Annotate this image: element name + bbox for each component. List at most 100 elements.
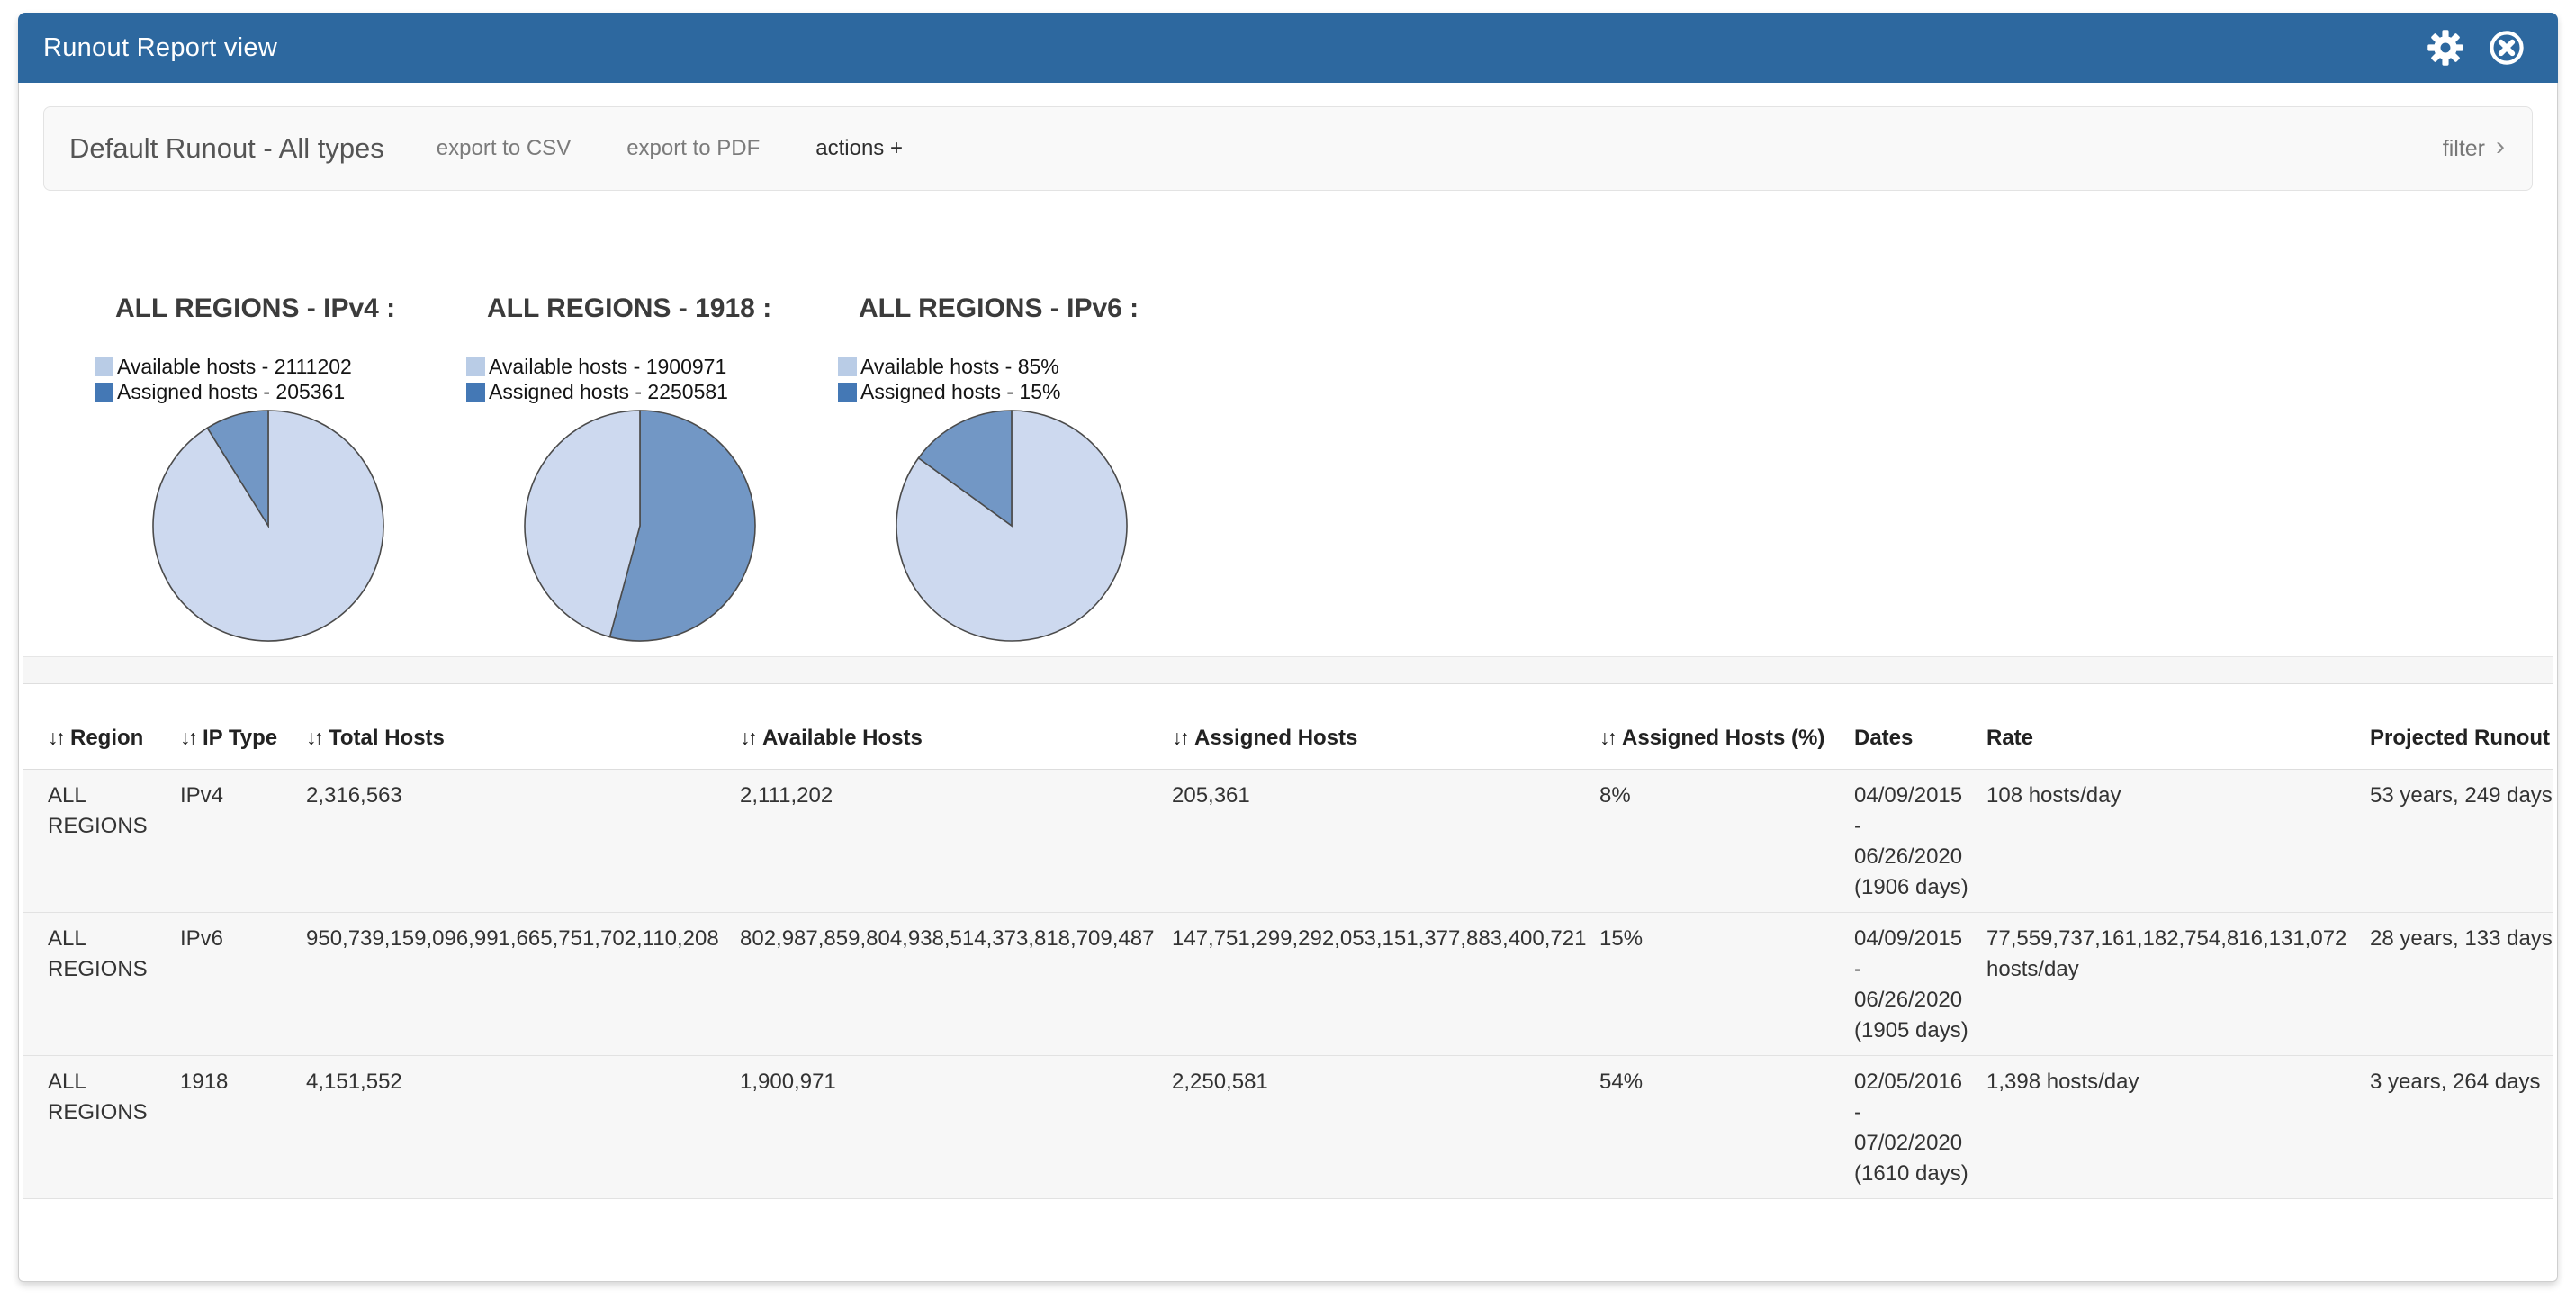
table-row: ALL REGIONSIPv6950,739,159,096,991,665,7… (23, 913, 2553, 1056)
runout-report-dialog: Runout Report view (18, 13, 2558, 1282)
filter-label: filter (2443, 136, 2485, 162)
legend-label: Available hosts - 85% (860, 355, 1059, 379)
legend-swatch (95, 383, 113, 402)
legend-swatch (838, 383, 857, 402)
cell-projected-runout: 3 years, 264 days (2345, 1056, 2553, 1199)
report-title: Default Runout - All types (69, 132, 384, 165)
legend-label: Assigned hosts - 2250581 (489, 380, 728, 404)
legend-item: Assigned hosts - 2250581 (466, 379, 838, 404)
cell-ip-type: 1918 (155, 1056, 281, 1199)
legend-label: Assigned hosts - 205361 (117, 380, 345, 404)
cell-rate: 108 hosts/day (1961, 770, 2345, 913)
table-row: ALL REGIONSIPv42,316,5632,111,202205,361… (23, 770, 2553, 913)
cell-available-hosts: 2,111,202 (715, 770, 1147, 913)
cell-rate: 1,398 hosts/day (1961, 1056, 2345, 1199)
sort-icon: ↓↑ (1599, 726, 1615, 749)
column-header: Rate (1961, 684, 2345, 770)
chart-title: ALL REGIONS - IPv6 : (859, 293, 1210, 324)
chart-legend: Available hosts - 85%Assigned hosts - 15… (838, 354, 1210, 404)
pie-chart (894, 408, 1130, 644)
cell-region: ALL REGIONS (23, 913, 155, 1056)
column-header[interactable]: ↓↑ Region (23, 684, 155, 770)
column-header: Projected Runout (2345, 684, 2553, 770)
chart-title: ALL REGIONS - IPv4 : (115, 293, 466, 324)
toolbar: Default Runout - All types export to CSV… (43, 106, 2533, 191)
export-pdf-button[interactable]: export to PDF (626, 136, 760, 161)
cell-ip-type: IPv6 (155, 913, 281, 1056)
cell-total-hosts: 2,316,563 (281, 770, 715, 913)
column-header[interactable]: ↓↑ Assigned Hosts (%) (1574, 684, 1829, 770)
legend-item: Available hosts - 85% (838, 354, 1210, 379)
close-circle-icon[interactable] (2488, 29, 2526, 67)
legend-swatch (466, 383, 485, 402)
dialog-header: Runout Report view (18, 13, 2558, 83)
column-label: Available Hosts (762, 726, 923, 750)
pie-chart-block: ALL REGIONS - 1918 : Available hosts - 19… (466, 293, 838, 644)
cell-ip-type: IPv4 (155, 770, 281, 913)
column-header[interactable]: ↓↑ IP Type (155, 684, 281, 770)
legend-item: Available hosts - 2111202 (95, 354, 466, 379)
cell-available-hosts: 1,900,971 (715, 1056, 1147, 1199)
cell-assigned-hosts: 147,751,299,292,053,151,377,883,400,721 (1147, 913, 1574, 1056)
sort-icon: ↓↑ (1172, 726, 1187, 749)
table-row: ALL REGIONS19184,151,5521,900,9712,250,5… (23, 1056, 2553, 1199)
cell-projected-runout: 53 years, 249 days (2345, 770, 2553, 913)
cell-dates: 04/09/2015-06/26/2020(1906 days) (1829, 770, 1961, 913)
pie-chart (150, 408, 386, 644)
dialog-body: Default Runout - All types export to CSV… (18, 83, 2558, 1282)
filter-button[interactable]: filter › (2443, 135, 2505, 162)
gear-icon[interactable] (2427, 29, 2464, 67)
cell-rate: 77,559,737,161,182,754,816,131,072 hosts… (1961, 913, 2345, 1056)
legend-item: Assigned hosts - 205361 (95, 379, 466, 404)
column-label: Rate (1986, 726, 2033, 750)
pie-chart (522, 408, 758, 644)
chart-legend: Available hosts - 2111202Assigned hosts … (95, 354, 466, 404)
legend-swatch (466, 357, 485, 376)
column-label: Projected Runout (2370, 726, 2550, 750)
sort-icon: ↓↑ (48, 726, 63, 749)
cell-dates: 04/09/2015-06/26/2020(1905 days) (1829, 913, 1961, 1056)
sort-icon: ↓↑ (180, 726, 195, 749)
pie-chart-block: ALL REGIONS - IPv4 : Available hosts - 21… (95, 293, 466, 644)
column-label: Total Hosts (329, 726, 445, 750)
column-label: Region (70, 726, 143, 750)
cell-dates: 02/05/2016-07/02/2020(1610 days) (1829, 1056, 1961, 1199)
legend-item: Available hosts - 1900971 (466, 354, 838, 379)
legend-swatch (838, 357, 857, 376)
chart-title: ALL REGIONS - 1918 : (487, 293, 838, 324)
cell-assigned-pct: 54% (1574, 1056, 1829, 1199)
column-label: Assigned Hosts (1194, 726, 1357, 750)
pie-chart-block: ALL REGIONS - IPv6 : Available hosts - 85… (838, 293, 1210, 644)
column-label: IP Type (203, 726, 277, 750)
legend-item: Assigned hosts - 15% (838, 379, 1210, 404)
actions-menu-button[interactable]: actions + (815, 136, 903, 161)
column-header[interactable]: ↓↑ Available Hosts (715, 684, 1147, 770)
chart-legend: Available hosts - 1900971Assigned hosts … (466, 354, 838, 404)
cell-total-hosts: 4,151,552 (281, 1056, 715, 1199)
cell-assigned-pct: 8% (1574, 770, 1829, 913)
header-icons (2427, 29, 2526, 67)
column-label: Dates (1854, 726, 1913, 750)
export-csv-button[interactable]: export to CSV (437, 136, 571, 161)
sort-icon: ↓↑ (306, 726, 321, 749)
cell-assigned-hosts: 205,361 (1147, 770, 1574, 913)
charts-section: ALL REGIONS - IPv4 : Available hosts - 21… (43, 191, 2533, 644)
cell-projected-runout: 28 years, 133 days (2345, 913, 2553, 1056)
cell-available-hosts: 802,987,859,804,938,514,373,818,709,487 (715, 913, 1147, 1056)
cell-total-hosts: 950,739,159,096,991,665,751,702,110,208 (281, 913, 715, 1056)
cell-assigned-hosts: 2,250,581 (1147, 1056, 1574, 1199)
cell-region: ALL REGIONS (23, 770, 155, 913)
legend-label: Available hosts - 1900971 (489, 355, 726, 379)
chevron-right-icon: › (2496, 133, 2505, 160)
cell-assigned-pct: 15% (1574, 913, 1829, 1056)
dialog-title: Runout Report view (43, 33, 277, 63)
legend-swatch (95, 357, 113, 376)
legend-label: Available hosts - 2111202 (117, 355, 352, 379)
legend-label: Assigned hosts - 15% (860, 380, 1060, 404)
cell-region: ALL REGIONS (23, 1056, 155, 1199)
column-label: Assigned Hosts (%) (1622, 726, 1824, 750)
column-header[interactable]: ↓↑ Assigned Hosts (1147, 684, 1574, 770)
column-header[interactable]: ↓↑ Total Hosts (281, 684, 715, 770)
column-header: Dates (1829, 684, 1961, 770)
sort-icon: ↓↑ (740, 726, 755, 749)
